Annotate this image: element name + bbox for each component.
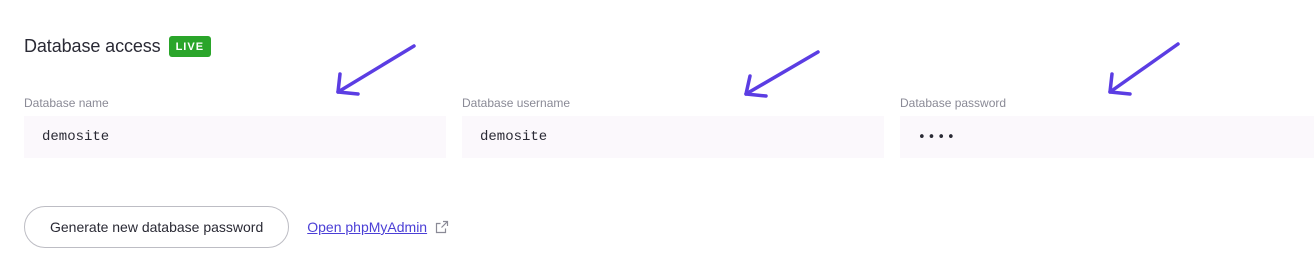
database-name-value[interactable]: demosite (24, 116, 446, 158)
database-username-value[interactable]: demosite (462, 116, 884, 158)
database-username-label: Database username (462, 96, 571, 110)
arrow-icon (1108, 42, 1180, 96)
live-badge: LIVE (168, 36, 212, 57)
actions-row: Generate new database password Open phpM… (24, 206, 449, 248)
arrow-icon (336, 44, 416, 96)
section-title: Database access (24, 36, 161, 56)
generate-password-button[interactable]: Generate new database password (24, 206, 290, 248)
database-access-panel: Database access LIVE Database name demos… (0, 0, 1314, 272)
database-name-field: Database name demosite (24, 96, 446, 158)
arrow-icon (744, 50, 820, 98)
database-name-label: Database name (24, 96, 109, 110)
external-link-icon[interactable] (435, 220, 449, 234)
database-password-field: Database password •••• (900, 96, 1314, 158)
open-phpmyadmin-link[interactable]: Open phpMyAdmin (307, 219, 427, 235)
database-username-field: Database username demosite (462, 96, 884, 158)
section-header: Database access LIVE (24, 36, 212, 57)
database-password-value[interactable]: •••• (900, 116, 1314, 158)
database-password-label: Database password (900, 96, 1007, 110)
